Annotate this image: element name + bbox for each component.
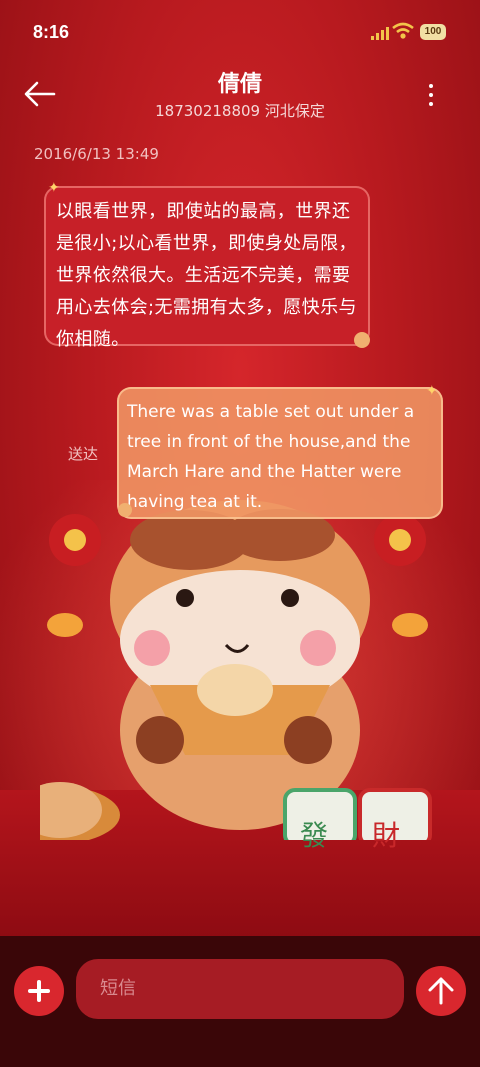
message-timestamp: 2016/6/13 13:49 bbox=[34, 145, 159, 163]
dragon-mascot-illustration bbox=[40, 500, 432, 840]
mahjong-tile-fa: 發 bbox=[300, 819, 329, 852]
contact-detail: 18730218809 河北保定 bbox=[155, 102, 325, 120]
mascot-sticker-icon bbox=[118, 503, 132, 517]
sparkle-decoration-icon: ✦ bbox=[48, 180, 60, 196]
outgoing-message-bubble[interactable]: There was a table set out under a tree i… bbox=[117, 387, 443, 519]
incoming-message-bubble[interactable]: 以眼看世界，即使站的最高，世界还是很小;以心看世界，即使身处局限，世界依然很大。… bbox=[44, 186, 370, 350]
send-button[interactable] bbox=[416, 966, 466, 1016]
mascot-sticker-icon bbox=[354, 332, 370, 348]
status-time: 8:16 bbox=[33, 22, 70, 42]
more-options-icon[interactable] bbox=[420, 80, 442, 110]
delivery-status: 送达 bbox=[68, 445, 99, 463]
cellular-signal-icon bbox=[371, 26, 389, 40]
mahjong-tile-cai: 財 bbox=[372, 819, 401, 852]
contact-name: 倩倩 bbox=[217, 72, 262, 97]
message-thread-screen: 發 財 8:16 100 倩倩 18730218809 河北保定 2016/6/… bbox=[0, 0, 480, 1067]
add-attachment-button[interactable] bbox=[14, 966, 64, 1016]
arrow-up-icon bbox=[428, 977, 454, 1005]
battery-icon: 100 bbox=[420, 24, 446, 40]
sparkle-decoration-icon: ✦ bbox=[426, 383, 438, 399]
status-bar: 8:16 100 bbox=[0, 0, 480, 66]
message-input[interactable]: 短信 bbox=[76, 959, 404, 1019]
wifi-icon bbox=[392, 22, 414, 39]
